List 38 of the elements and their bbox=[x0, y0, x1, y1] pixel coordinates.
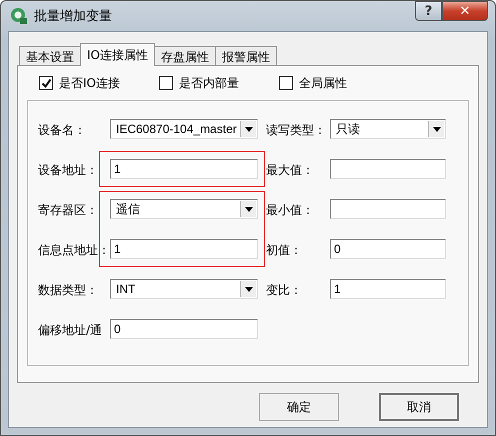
field-label: 寄存器区： bbox=[38, 202, 99, 219]
checkbox[interactable] bbox=[279, 76, 293, 90]
field-label: 信息点地址： bbox=[38, 242, 110, 259]
field-label: 读写类型： bbox=[265, 122, 327, 139]
dropdown[interactable]: IEC60870-104_master bbox=[110, 119, 258, 139]
checkbox-label: 全局属性 bbox=[299, 74, 347, 92]
input-field[interactable]: 1 bbox=[110, 159, 258, 179]
window-title: 批量增加变量 bbox=[34, 8, 113, 25]
tab[interactable]: 存盘属性 bbox=[154, 46, 216, 65]
field-label: 设备名： bbox=[38, 122, 87, 139]
field-label: 最小值： bbox=[265, 202, 315, 219]
input-field[interactable]: 1 bbox=[110, 239, 258, 259]
app-icon bbox=[10, 7, 28, 25]
close-button[interactable]: ✕ bbox=[442, 1, 488, 21]
dropdown[interactable]: 只读 bbox=[330, 119, 446, 139]
checkbox[interactable] bbox=[159, 76, 173, 90]
dropdown[interactable]: INT bbox=[110, 279, 258, 299]
field-label: 变比： bbox=[265, 282, 303, 299]
field-label: 设备地址： bbox=[38, 162, 99, 179]
checkbox[interactable] bbox=[39, 76, 53, 90]
tab[interactable]: 报警属性 bbox=[214, 46, 277, 65]
field-label: 数据类型： bbox=[38, 282, 99, 299]
field-label: 最大值： bbox=[265, 162, 315, 179]
dropdown[interactable]: 遥信 bbox=[110, 199, 258, 219]
input-field[interactable]: 1 bbox=[330, 279, 446, 299]
dialog-button[interactable]: 取消 bbox=[379, 393, 459, 421]
input-field[interactable] bbox=[330, 199, 446, 219]
input-field[interactable]: 0 bbox=[330, 239, 446, 259]
tab[interactable]: 基本设置 bbox=[19, 46, 81, 65]
checkbox-label: 是否内部量 bbox=[179, 74, 239, 92]
input-field[interactable]: 0 bbox=[110, 319, 258, 339]
field-label: 初值： bbox=[265, 242, 303, 259]
help-button[interactable]: ? bbox=[415, 1, 442, 21]
input-field[interactable] bbox=[330, 159, 446, 179]
field-label: 偏移地址/通 bbox=[38, 322, 104, 339]
tab[interactable]: IO连接属性 bbox=[80, 43, 155, 66]
dialog-button[interactable]: 确定 bbox=[259, 393, 339, 421]
checkbox-label: 是否IO连接 bbox=[59, 74, 120, 92]
